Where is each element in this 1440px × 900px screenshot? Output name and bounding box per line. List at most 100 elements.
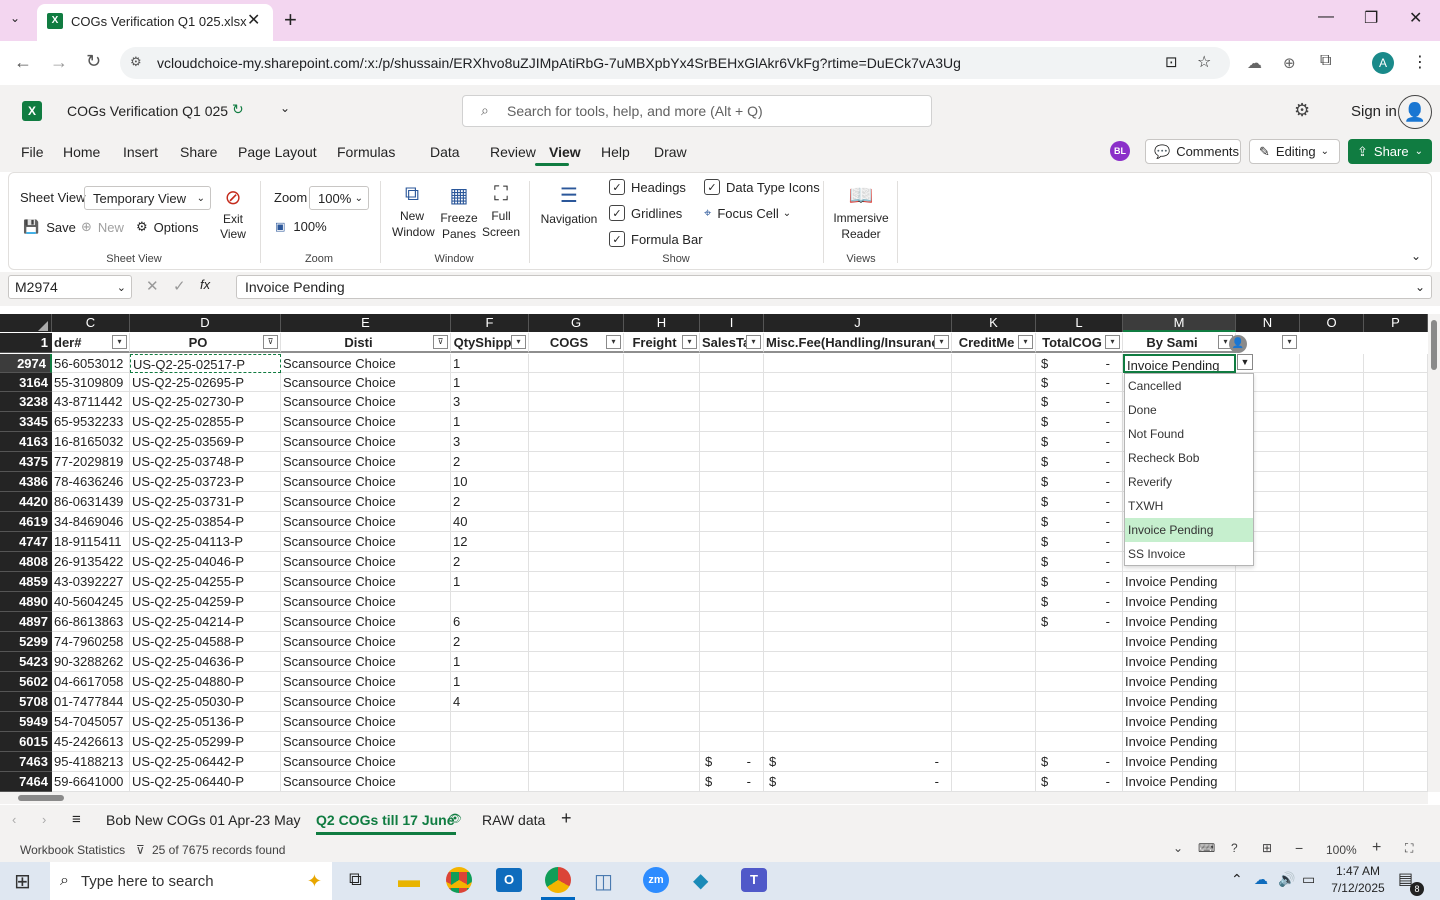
cell-h[interactable] (624, 552, 700, 572)
cell-k[interactable] (952, 472, 1036, 492)
row-header[interactable]: 4897 (0, 612, 52, 632)
filter-dropdown-icon[interactable]: ▾ (1018, 335, 1033, 349)
cell-i[interactable] (700, 432, 764, 452)
back-icon[interactable]: ← (14, 52, 32, 73)
cell-m[interactable]: Invoice Pending (1123, 752, 1236, 772)
cell-l[interactable]: $ - (1036, 492, 1123, 512)
cell-l[interactable]: $ - (1036, 412, 1123, 432)
column-header-m[interactable]: M (1123, 314, 1236, 332)
cell-o[interactable] (1300, 373, 1364, 392)
cell-c[interactable]: 95-4188213 (52, 752, 130, 772)
insert-function-icon[interactable]: fx (200, 277, 210, 292)
cell-p[interactable] (1364, 373, 1428, 392)
cell-f[interactable] (451, 772, 529, 792)
row-header[interactable]: 6015 (0, 732, 52, 752)
cell-e[interactable]: Scansource Choice (281, 512, 451, 532)
cell-n[interactable] (1236, 592, 1300, 612)
cell-d[interactable]: US-Q2-25-03731-P (130, 492, 281, 512)
cell-n[interactable] (1236, 772, 1300, 792)
cell-p[interactable] (1364, 672, 1428, 692)
comments-button[interactable]: 💬 Comments (1145, 139, 1241, 164)
zoom-100-button[interactable]: ▣ 100% (275, 219, 327, 234)
cell-i[interactable] (700, 492, 764, 512)
cell-d[interactable]: US-Q2-25-02730-P (130, 392, 281, 412)
dropdown-option[interactable]: SS Invoice (1125, 542, 1253, 566)
zoom-app-icon[interactable]: zm (643, 867, 669, 893)
menu-review[interactable]: Review (490, 144, 549, 160)
cell-d[interactable]: US-Q2-25-04636-P (130, 652, 281, 672)
dropdown-option[interactable]: Recheck Bob (1125, 446, 1253, 470)
cell-c[interactable]: 45-2426613 (52, 732, 130, 752)
cell-l[interactable] (1036, 672, 1123, 692)
cell-i[interactable]: $ - (700, 772, 764, 792)
cell-f[interactable]: 1 (451, 572, 529, 592)
cell-g[interactable] (529, 373, 624, 392)
cell-p[interactable] (1364, 712, 1428, 732)
filter-dropdown-icon[interactable]: ▾ (1282, 335, 1297, 349)
cell-d[interactable]: US-Q2-25-04255-P (130, 572, 281, 592)
cell-g[interactable] (529, 712, 624, 732)
cell-k[interactable] (952, 373, 1036, 392)
cell-i[interactable] (700, 712, 764, 732)
cell-n[interactable] (1236, 692, 1300, 712)
cell-c[interactable]: 04-6617058 (52, 672, 130, 692)
immersive-reader-button[interactable]: 📖 Immersive Reader (829, 183, 893, 242)
full-screen-button[interactable]: ⛶ Full Screen (481, 183, 521, 240)
menu-home[interactable]: Home (63, 144, 123, 160)
column-header-o[interactable]: O (1300, 314, 1364, 332)
cell-k[interactable] (952, 452, 1036, 472)
cell-i[interactable] (700, 732, 764, 752)
cell-i[interactable] (700, 692, 764, 712)
file-explorer-icon[interactable]: ▬ (398, 867, 420, 893)
column-header-g[interactable]: G (529, 314, 624, 332)
cell-i[interactable] (700, 672, 764, 692)
options-button[interactable]: ⚙ Options (136, 219, 198, 235)
cell-f[interactable]: 12 (451, 532, 529, 552)
cancel-entry-icon[interactable]: ✕ (146, 277, 159, 295)
cell-d[interactable]: US-Q2-25-04113-P (130, 532, 281, 552)
cell-i[interactable] (700, 552, 764, 572)
cell-m[interactable]: Invoice Pending (1123, 652, 1236, 672)
cell-f[interactable]: 1 (451, 672, 529, 692)
cell-l[interactable] (1036, 732, 1123, 752)
row-header[interactable]: 4375 (0, 452, 52, 472)
new-tab-icon[interactable]: + (284, 7, 297, 33)
cell-j[interactable] (764, 692, 952, 712)
cell-d[interactable]: US-Q2-25-02695-P (130, 373, 281, 392)
cell-h[interactable] (624, 354, 700, 373)
chevron-down-icon[interactable]: ⌄ (1173, 841, 1183, 855)
cell-h[interactable] (624, 432, 700, 452)
cell-d[interactable]: US-Q2-25-04259-P (130, 592, 281, 612)
cell-g[interactable] (529, 432, 624, 452)
excel-logo-icon[interactable]: X (22, 101, 42, 121)
cell-k[interactable] (952, 512, 1036, 532)
cell-j[interactable] (764, 452, 952, 472)
row-header[interactable]: 5299 (0, 632, 52, 652)
cell-k[interactable] (952, 732, 1036, 752)
cell-o[interactable] (1300, 692, 1364, 712)
cell-i[interactable] (700, 354, 764, 373)
column-header-i[interactable]: I (700, 314, 764, 332)
cell-l[interactable]: $ - (1036, 552, 1123, 572)
cell-e[interactable]: Scansource Choice (281, 373, 451, 392)
cell-l[interactable] (1036, 652, 1123, 672)
filter-dropdown-icon[interactable]: ▾ (606, 335, 621, 349)
cell-f[interactable]: 1 (451, 373, 529, 392)
cell-o[interactable] (1300, 392, 1364, 412)
cell-m[interactable]: Invoice Pending (1123, 592, 1236, 612)
cell-e[interactable]: Scansource Choice (281, 392, 451, 412)
cell-f[interactable]: 2 (451, 632, 529, 652)
cell-d[interactable]: US-Q2-25-05136-P (130, 712, 281, 732)
outlook-icon[interactable]: O (496, 868, 522, 892)
cell-j[interactable] (764, 412, 952, 432)
cell-f[interactable]: 1 (451, 652, 529, 672)
filter-dropdown-icon[interactable]: ⊽ (263, 335, 278, 349)
forward-icon[interactable]: → (50, 52, 68, 73)
column-header-e[interactable]: E (281, 314, 451, 332)
share-button[interactable]: ⇪ Share ⌄ (1348, 139, 1432, 164)
save-view-button[interactable]: 💾 Save (23, 219, 76, 235)
cell-m[interactable]: Invoice Pending (1123, 732, 1236, 752)
cell-e[interactable]: Scansource Choice (281, 652, 451, 672)
cell-c[interactable]: 26-9135422 (52, 552, 130, 572)
zoom-level[interactable]: 100% (1326, 843, 1357, 857)
